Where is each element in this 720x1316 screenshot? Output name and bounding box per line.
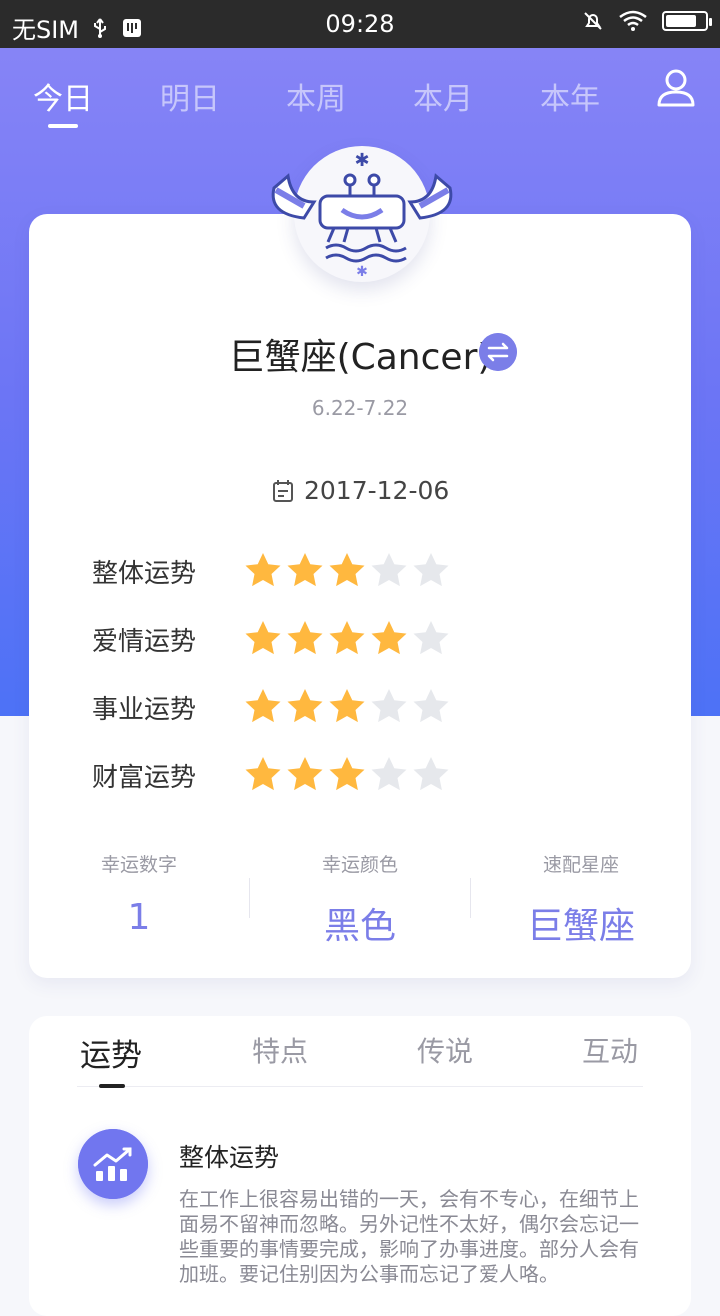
sign-title: 巨蟹座(Cancer) [228,337,492,378]
tab-interact[interactable]: 互动 [582,1030,638,1070]
tab-week[interactable]: 本周 [286,74,346,118]
star-filled-icon [329,689,365,723]
star-rating [242,754,452,796]
star-empty-icon [413,689,449,723]
svg-text:✱: ✱ [356,264,368,280]
star-filled-icon [287,553,323,587]
star-empty-icon [413,757,449,791]
wifi-icon [619,10,647,31]
star-filled-icon [287,621,323,655]
mute-bell-icon [584,12,602,30]
star-empty-icon [371,757,407,791]
star-rating [242,618,452,660]
lucky-color-value: 黑色 [323,906,396,947]
sign-date-range: 6.22-7.22 [311,396,409,420]
star-empty-icon [413,553,449,587]
section-title: 整体运势 [179,1143,280,1172]
star-filled-icon [245,621,281,655]
tab-today[interactable]: 今日 [33,74,93,118]
rating-wealth: 财富运势 [92,755,452,795]
battery-icon [662,11,712,31]
star-empty-icon [371,689,407,723]
date-label: 2017-12-06 [304,476,450,505]
star-filled-icon [245,689,281,723]
lucky-color-title: 幸运颜色 [321,854,398,876]
star-filled-icon [329,621,365,655]
battery-level [666,15,696,27]
rating-label: 爱情运势 [92,626,197,657]
lucky-number-value: 1 [127,897,151,938]
lucky-match-title: 速配星座 [542,854,619,876]
user-profile-icon[interactable] [656,68,696,108]
rating-love: 爱情运势 [92,619,452,659]
lucky-number-title: 幸运数字 [100,854,177,876]
section-text: 在工作上很容易出错的一天，会有不专心，在细节上面易不留神而忽略。另外记性不太好，… [179,1187,639,1286]
star-rating [242,550,452,592]
tab-traits[interactable]: 特点 [252,1030,308,1070]
active-tab-indicator [48,124,78,128]
lucky-match-value: 巨蟹座 [526,906,635,947]
tab-tomorrow[interactable]: 明日 [160,74,220,118]
star-filled-icon [329,553,365,587]
current-date: 2017-12-06 [272,476,449,505]
rating-label: 事业运势 [92,694,197,725]
tab-month[interactable]: 本月 [413,74,473,118]
tab-legend[interactable]: 传说 [417,1030,473,1070]
rating-label: 整体运势 [92,558,197,589]
tab-year[interactable]: 本年 [540,74,600,118]
switch-sign-button[interactable] [479,333,517,371]
calendar-icon [273,479,293,502]
rating-label: 财富运势 [92,762,197,793]
star-filled-icon [245,553,281,587]
lucky-color: 幸运颜色 黑色 [250,850,470,949]
lucky-number: 幸运数字 1 [29,850,249,938]
crab-zodiac-icon: ✱ ✱ [271,150,453,280]
lucky-match: 速配星座 巨蟹座 [471,850,691,949]
star-filled-icon [371,621,407,655]
star-filled-icon [245,757,281,791]
star-filled-icon [329,757,365,791]
tab-divider [77,1086,643,1087]
svg-text:✱: ✱ [354,150,369,171]
period-tabs: 今日 明日 本周 本月 本年 [0,48,720,138]
trend-chart-icon [78,1129,148,1199]
tab-fortune[interactable]: 运势 [80,1030,142,1075]
status-right [582,10,712,32]
star-filled-icon [287,757,323,791]
star-empty-icon [371,553,407,587]
rating-overall: 整体运势 [92,551,452,591]
star-rating [242,686,452,728]
rating-career: 事业运势 [92,687,452,727]
star-empty-icon [413,621,449,655]
star-filled-icon [287,689,323,723]
status-bar: 无SIM 09:28 [0,0,720,48]
active-detail-tab-indicator [99,1084,125,1088]
